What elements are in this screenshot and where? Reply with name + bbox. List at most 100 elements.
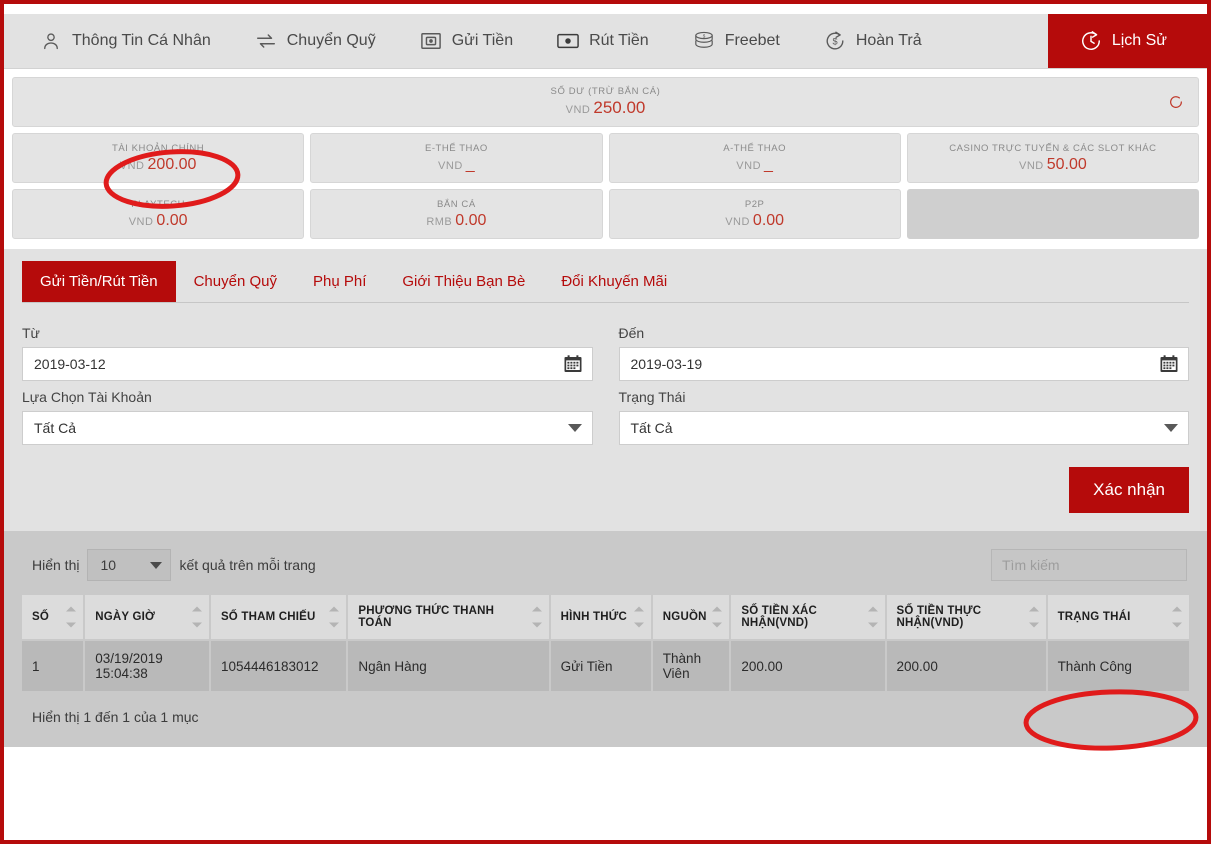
nav-item-rebate[interactable]: $ Hoàn Trả [802, 14, 944, 68]
col-amount-received[interactable]: SỐ TIỀN THỰC NHẬN(VND) [886, 595, 1046, 639]
status-select[interactable]: Tất Cả [618, 411, 1189, 445]
account-currency: VND [736, 159, 762, 172]
account-label: TÀI KHOẢN CHÍNH [112, 142, 205, 154]
history-table-panel: Hiển thị 10 kết quả trên mỗi trang Tìm k… [4, 531, 1207, 747]
history-table: SỐ NGÀY GIỜ SỐ THAM CHIẾU PHƯƠNG THỨC TH… [20, 593, 1191, 693]
refresh-icon[interactable] [1168, 94, 1184, 110]
col-reference[interactable]: SỐ THAM CHIẾU [210, 595, 347, 639]
from-date-input[interactable]: 2019-03-12 [22, 347, 593, 381]
sort-icon [633, 606, 644, 628]
account-amount: _ [465, 155, 475, 173]
account-box-p2p: P2P VND 0.00 [608, 189, 901, 239]
account-amount: 0.00 [156, 211, 188, 229]
nav-item-history[interactable]: Lịch Sử [1047, 14, 1207, 68]
cell-reference: 1054446183012 [210, 641, 347, 691]
col-no[interactable]: SỐ [22, 595, 84, 639]
calendar-icon[interactable] [1160, 355, 1178, 373]
rebate-icon: $ [824, 30, 846, 52]
total-balance-amount: 250.00 [593, 98, 646, 117]
account-amount: 0.00 [752, 211, 785, 229]
nav-item-freebet[interactable]: $ Freebet [671, 14, 802, 68]
col-status[interactable]: TRẠNG THÁI [1047, 595, 1189, 639]
tab-label: Đổi Khuyến Mãi [561, 273, 668, 290]
chevron-down-icon [150, 561, 163, 569]
coins-icon: $ [693, 30, 715, 52]
cell-amount-received: 200.00 [886, 641, 1046, 691]
col-payment-method[interactable]: PHƯƠNG THỨC THANH TOÁN [348, 595, 549, 639]
chevron-down-icon[interactable] [1164, 424, 1178, 432]
top-navigation: Thông Tin Cá Nhân Chuyển Quỹ Gửi Tiền Rú… [4, 14, 1207, 69]
table-row[interactable]: 1 03/19/2019 15:04:38 1054446183012 Ngân… [22, 641, 1189, 691]
account-amount: 200.00 [147, 155, 197, 173]
cell-no: 1 [22, 641, 84, 691]
sort-icon [191, 606, 202, 628]
col-amount-confirmed[interactable]: SỐ TIỀN XÁC NHẬN(VND) [731, 595, 885, 639]
deposit-icon [420, 30, 442, 52]
chevron-down-icon[interactable] [567, 424, 582, 432]
tab-deposit-withdraw[interactable]: Gửi Tiền/Rút Tiền [22, 261, 176, 302]
account-amount: _ [764, 155, 773, 173]
total-balance-label: SỐ DƯ (TRỪ BẮN CÁ) [550, 86, 661, 97]
nav-item-withdraw[interactable]: Rút Tiền [535, 14, 671, 68]
account-amount: 0.00 [455, 211, 487, 229]
cell-amount-confirmed: 200.00 [731, 641, 885, 691]
account-box-asports: A-THỂ THAO VND _ [608, 133, 901, 183]
sort-icon [712, 606, 723, 628]
nav-label-rebate: Hoàn Trả [855, 32, 922, 49]
to-date-input[interactable]: 2019-03-19 [618, 347, 1189, 381]
tab-label: Giới Thiệu Bạn Bè [402, 273, 526, 290]
account-value: VND 50.00 [1019, 156, 1087, 175]
account-currency: RMB [426, 215, 453, 228]
confirm-row: Xác nhận [22, 445, 1189, 531]
tab-referral[interactable]: Giới Thiệu Bạn Bè [384, 261, 543, 302]
tab-transfer[interactable]: Chuyển Quỹ [176, 261, 295, 302]
account-balance-grid: TÀI KHOẢN CHÍNH VND 200.00 E-THỂ THAO VND… [12, 133, 1199, 239]
nav-item-transfer[interactable]: Chuyển Quỹ [233, 14, 398, 68]
nav-label-freebet: Freebet [724, 32, 780, 49]
account-select-label: Lựa Chọn Tài Khoản [22, 389, 152, 405]
svg-text:$: $ [702, 33, 705, 38]
search-input[interactable] [991, 549, 1187, 581]
page-length-group: Hiển thị 10 kết quả trên mỗi trang [32, 549, 316, 581]
account-value: RMB 0.00 [426, 212, 486, 231]
page-length-suffix: kết quả trên mỗi trang [179, 557, 316, 573]
account-label: P2P [744, 198, 765, 210]
col-type[interactable]: HÌNH THỨC [550, 595, 651, 639]
filter-account-group: Lựa Chọn Tài Khoản Tất Cả [22, 381, 593, 445]
col-label: TRẠNG THÁI [1057, 611, 1131, 623]
table-toolbar: Hiển thị 10 kết quả trên mỗi trang [20, 549, 1191, 593]
tab-bar: Gửi Tiền/Rút Tiền Chuyển Quỹ Phụ Phí Giớ… [22, 261, 1189, 303]
filter-from-group: Từ 2019-03-12 [22, 317, 593, 381]
to-date-value: 2019-03-19 [630, 356, 703, 372]
cell-source: Thành Viên [652, 641, 730, 691]
table-info: Hiển thị 1 đến 1 của 1 mục [32, 709, 199, 725]
nav-item-profile[interactable]: Thông Tin Cá Nhân [4, 14, 233, 68]
transfer-icon [255, 30, 277, 52]
account-select[interactable]: Tất Cả [22, 411, 593, 445]
account-currency: VND [119, 159, 145, 172]
col-label: HÌNH THỨC [560, 611, 627, 623]
cell-datetime: 03/19/2019 15:04:38 [85, 641, 209, 691]
page-length-select[interactable]: 10 [87, 549, 172, 581]
col-datetime[interactable]: NGÀY GIỜ [85, 595, 209, 639]
tab-label: Chuyển Quỹ [193, 273, 277, 290]
col-label: NGUỒN [662, 611, 707, 623]
account-label: CASINO TRỰC TUYẾN & CÁC SLOT KHÁC [949, 142, 1157, 154]
page-length-value: 10 [100, 557, 117, 573]
sort-icon [867, 606, 878, 628]
account-label: A-THỂ THAO [723, 142, 787, 154]
filter-status-group: Trạng Thái Tất Cả [618, 381, 1189, 445]
tab-promotion[interactable]: Đổi Khuyến Mãi [543, 261, 685, 302]
nav-label-profile: Thông Tin Cá Nhân [72, 32, 211, 49]
sort-icon [66, 606, 77, 628]
nav-item-deposit[interactable]: Gửi Tiền [398, 14, 535, 68]
col-label: PHƯƠNG THỨC THANH TOÁN [358, 605, 495, 629]
col-source[interactable]: NGUỒN [652, 595, 730, 639]
tab-surcharge[interactable]: Phụ Phí [295, 261, 384, 302]
calendar-icon[interactable] [564, 355, 582, 373]
filter-to-group: Đến 2019-03-19 [618, 317, 1189, 381]
svg-text:$: $ [832, 37, 837, 47]
confirm-button[interactable]: Xác nhận [1069, 467, 1189, 513]
sort-icon [1028, 606, 1039, 628]
content-area: Gửi Tiền/Rút Tiền Chuyển Quỹ Phụ Phí Giớ… [4, 249, 1207, 747]
